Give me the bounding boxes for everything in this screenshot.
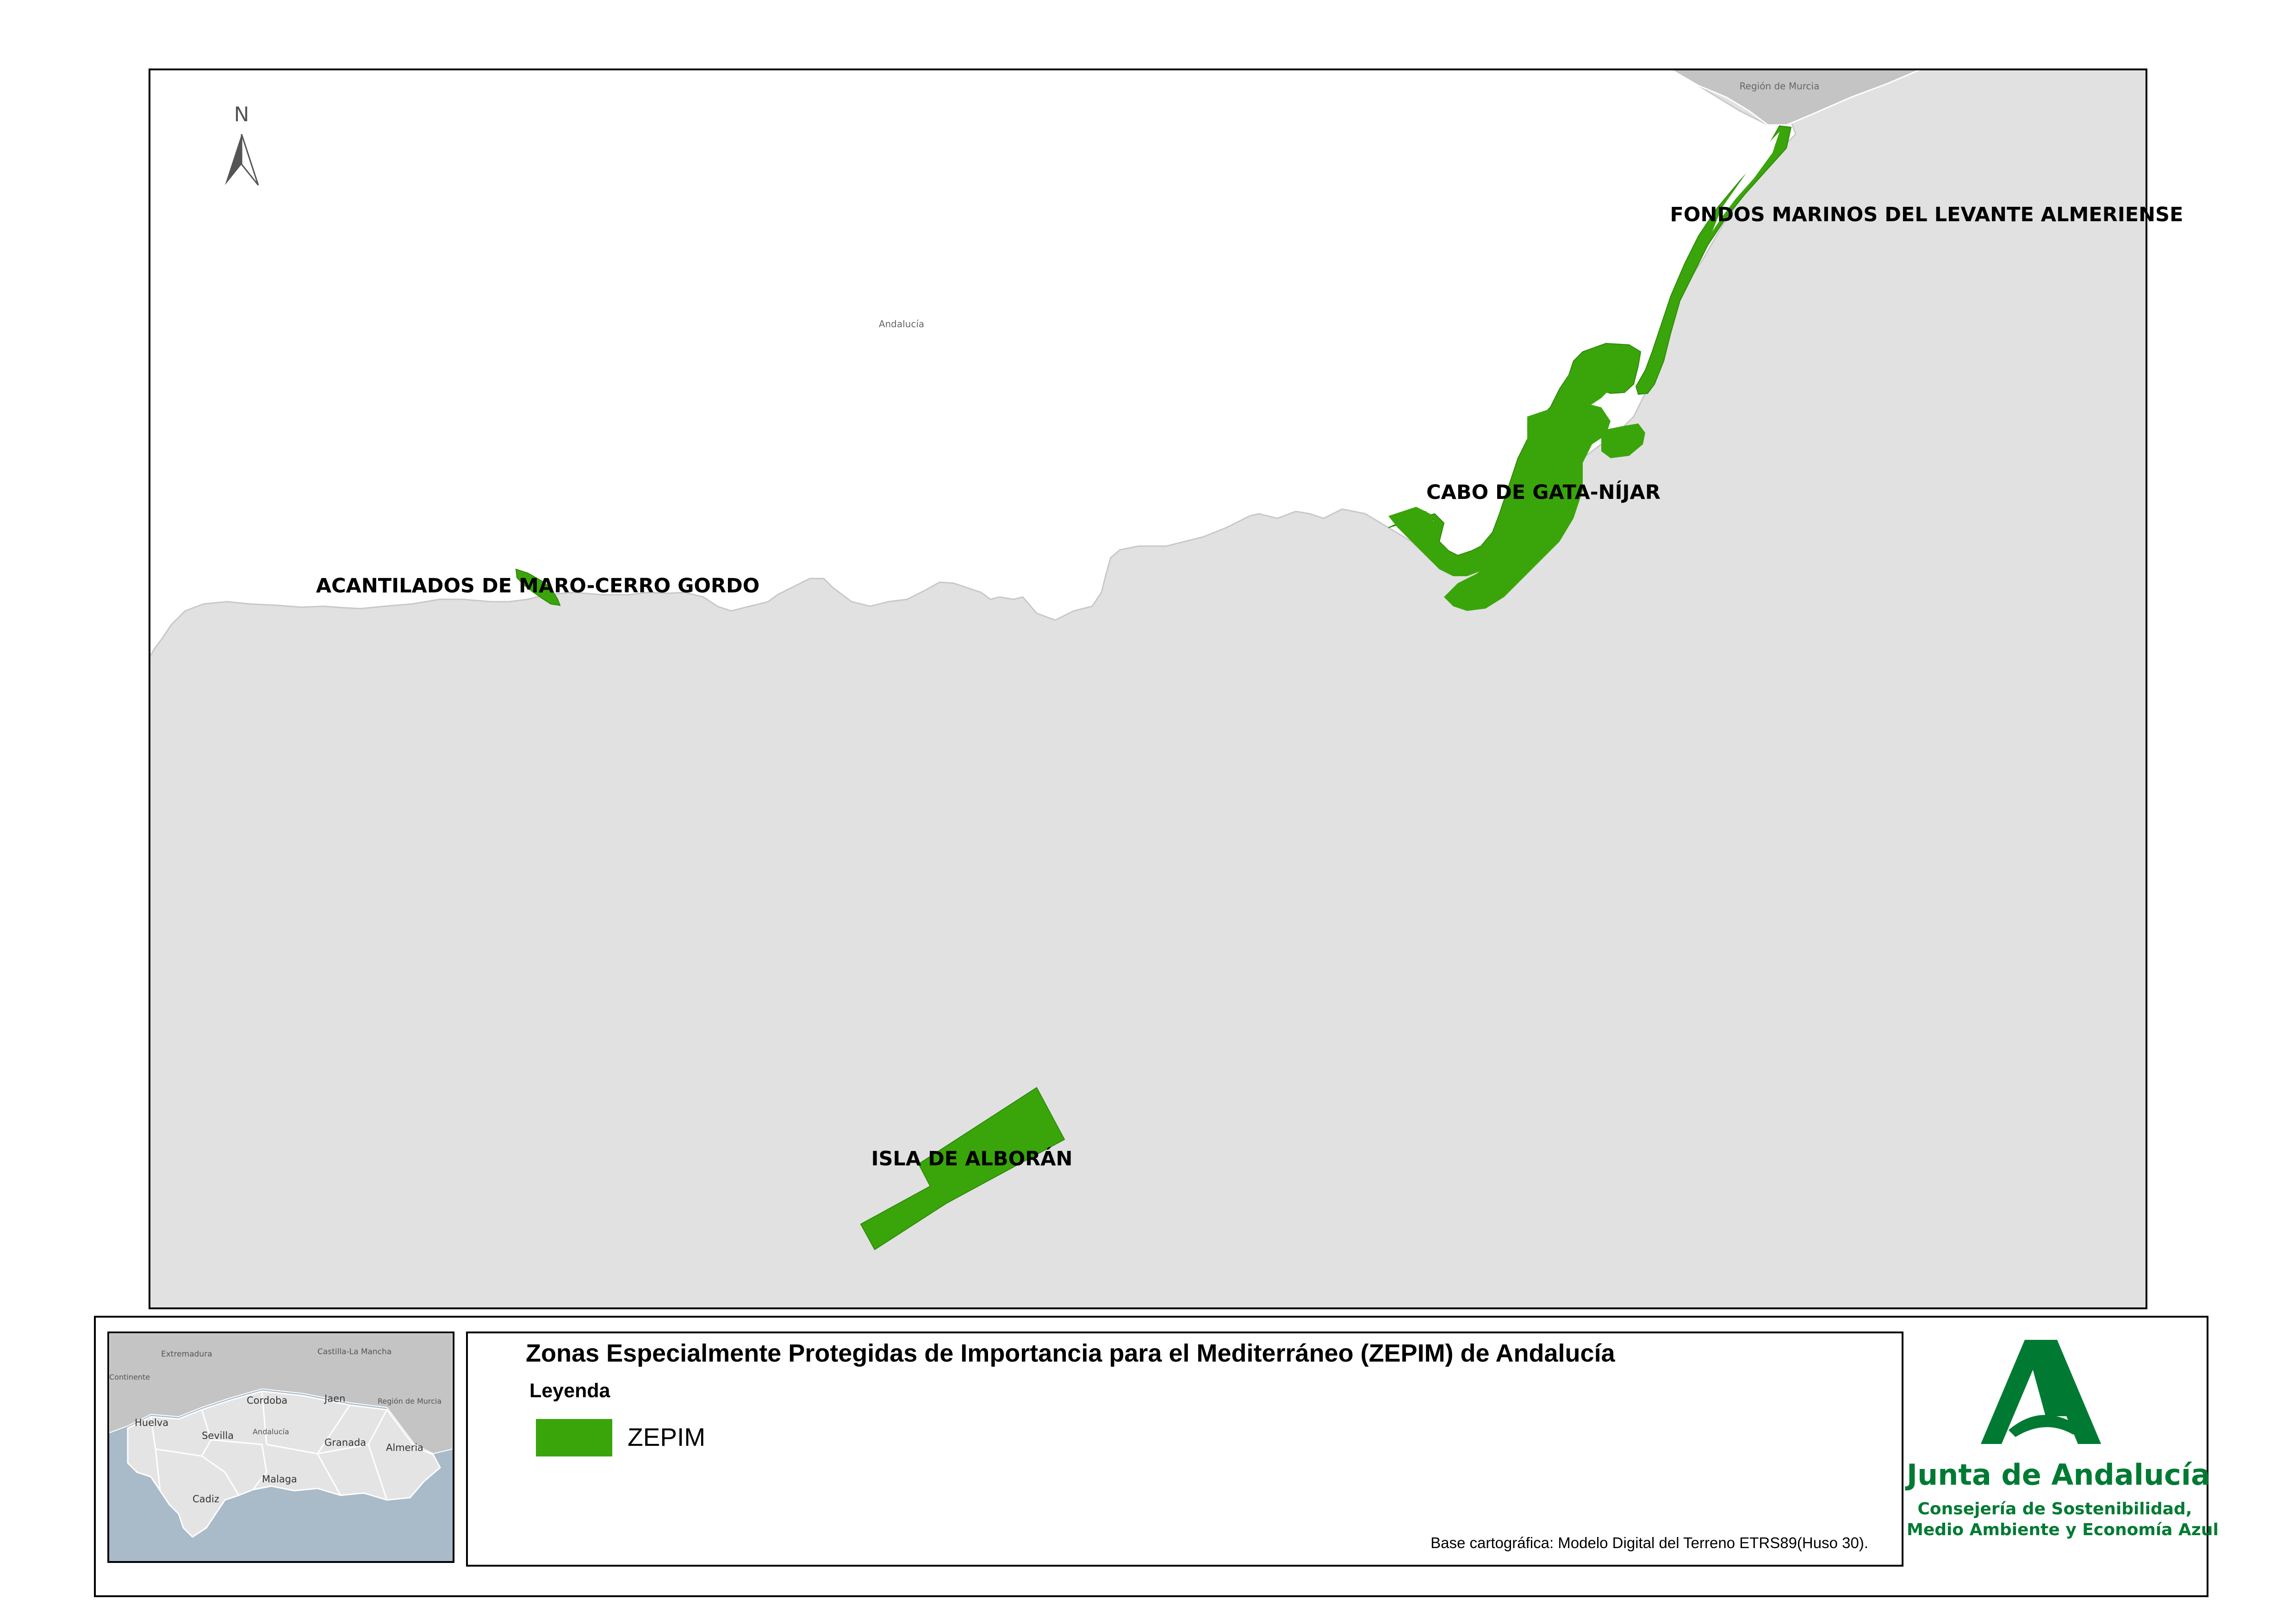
legend-box: Zonas Especialmente Protegidas de Import…: [466, 1332, 1903, 1567]
label-cabo-de-gata: CABO DE GATA-NÍJAR: [1426, 480, 1661, 504]
inset-label-murcia: Región de Murcia: [378, 1397, 442, 1406]
inset-label-huelva: Huelva: [135, 1417, 168, 1428]
label-region-murcia: Región de Murcia: [1740, 81, 1820, 92]
inset-label-andalucia: Andalucía: [253, 1427, 289, 1436]
label-andalucia: Andalucía: [879, 318, 924, 330]
north-label: N: [234, 103, 249, 126]
label-acantilados-maro: ACANTILADOS DE MARO-CERRO GORDO: [316, 574, 760, 597]
inset-map: Extremadura Castilla-La Mancha Continent…: [107, 1332, 454, 1563]
map-title: Zonas Especialmente Protegidas de Import…: [526, 1339, 1615, 1367]
inset-label-almeria: Almeria: [386, 1442, 423, 1453]
inset-label-granada: Granada: [324, 1437, 366, 1448]
legend-swatch-zepim: [536, 1419, 612, 1456]
logo-subtitle-2: Medio Ambiente y Economía Azul: [1907, 1520, 2219, 1539]
inset-label-cordoba: Cordoba: [247, 1395, 287, 1406]
label-levante-almeriense: FONDOS MARINOS DEL LEVANTE ALMERIENSE: [1670, 203, 2183, 226]
main-map: N Región de Murcia Andalucía FONDOS MARI…: [149, 68, 2183, 1309]
logo-subtitle-1: Consejería de Sostenibilidad,: [1917, 1500, 2192, 1518]
logo-junta-andalucia: Junta de Andalucía Consejería de Sosteni…: [1907, 1333, 2219, 1592]
logo-name: Junta de Andalucía: [1907, 1458, 2210, 1492]
source-note: Base cartográfica: Modelo Digital del Te…: [1430, 1534, 1868, 1551]
inset-label-cadiz: Cadiz: [193, 1493, 219, 1505]
inset-label-continente: Continente: [109, 1373, 150, 1381]
inset-label-jaen: Jaen: [323, 1393, 345, 1404]
inset-label-malaga: Malaga: [262, 1474, 297, 1485]
inset-label-extremadura: Extremadura: [161, 1350, 212, 1359]
legend-label-zepim: ZEPIM: [628, 1423, 706, 1451]
inset-label-sevilla: Sevilla: [202, 1430, 234, 1441]
label-isla-alboran: ISLA DE ALBORÁN: [871, 1147, 1072, 1170]
legend-heading: Leyenda: [529, 1380, 610, 1402]
logo-a-emblem: [1981, 1340, 2101, 1444]
inset-label-castilla: Castilla-La Mancha: [317, 1347, 392, 1356]
